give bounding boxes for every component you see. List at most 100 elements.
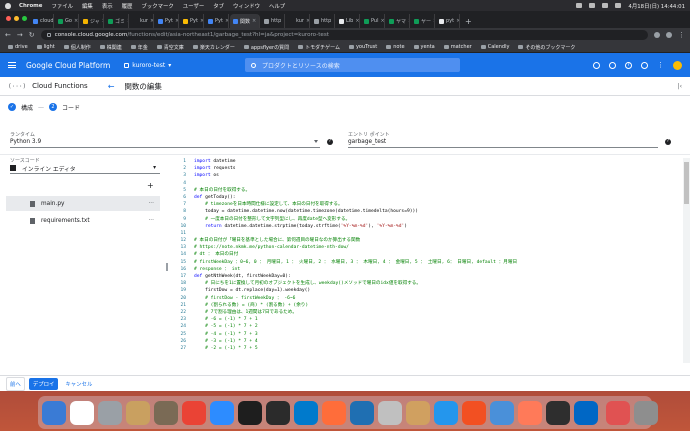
close-tab-icon[interactable]: × — [355, 18, 359, 24]
dock-app-icon[interactable] — [574, 400, 598, 425]
code-editor[interactable]: 1 import datetime 2 import requests 3 import … — [172, 158, 690, 363]
extension-icon[interactable] — [654, 32, 660, 38]
back-button[interactable]: ← — [108, 82, 115, 91]
scrollbar-thumb[interactable] — [684, 162, 689, 204]
bookmark-item[interactable]: 年金 — [130, 44, 148, 51]
close-tab-icon[interactable]: × — [456, 18, 459, 24]
menu-window[interactable]: ウィンドウ — [233, 2, 260, 10]
browser-tab[interactable]: ヤマ× — [386, 14, 410, 28]
browser-tab[interactable]: pyt × — [436, 14, 460, 28]
cloud-shell-icon[interactable] — [593, 61, 600, 69]
close-window-button[interactable] — [6, 16, 11, 21]
close-tab-icon[interactable]: × — [408, 18, 409, 24]
browser-tab[interactable]: Pyt × — [205, 14, 229, 28]
avatar[interactable] — [673, 60, 682, 70]
prev-button[interactable]: 前へ — [6, 376, 25, 391]
more-vert-icon[interactable]: ⋮ — [657, 61, 664, 69]
bookmark-item[interactable]: 株関連 — [99, 44, 122, 51]
browser-tab[interactable]: http× — [261, 14, 285, 28]
browser-tab[interactable]: ゴミ× — [105, 14, 129, 28]
spotlight-icon[interactable] — [602, 3, 609, 8]
close-tab-icon[interactable]: × — [150, 18, 153, 24]
source-type-select[interactable]: インライン エディタ ▾ — [10, 163, 160, 174]
browser-tab[interactable]: ヤー× — [411, 14, 435, 28]
dock-app-icon[interactable] — [70, 400, 94, 425]
close-tab-icon[interactable]: × — [74, 18, 78, 24]
bookmark-item[interactable]: note — [386, 44, 405, 50]
notifications-icon[interactable] — [641, 61, 648, 69]
cancel-button[interactable]: キャンセル — [62, 378, 95, 390]
dock-app-icon[interactable] — [294, 400, 318, 425]
deploy-button[interactable]: デプロイ — [28, 377, 59, 390]
close-tab-icon[interactable]: × — [200, 18, 203, 24]
close-tab-icon[interactable]: × — [127, 18, 128, 24]
profile-icon[interactable] — [666, 32, 672, 38]
menu-view[interactable]: 表示 — [102, 2, 113, 10]
runtime-select[interactable]: Python 3.9 — [10, 137, 320, 148]
bookmark-item[interactable]: youTrust — [348, 44, 377, 50]
bookmark-item[interactable]: yenta — [413, 44, 435, 50]
hamburger-menu-icon[interactable] — [8, 62, 16, 68]
editor-scrollbar[interactable] — [683, 158, 690, 363]
new-tab-icon[interactable]: + — [461, 17, 476, 28]
dock-app-icon[interactable] — [42, 400, 66, 425]
dock-app-icon[interactable] — [490, 400, 514, 425]
dock-app-icon[interactable] — [634, 400, 658, 425]
project-selector[interactable]: kuroro-test ▾ — [124, 62, 171, 69]
browser-tab[interactable]: cloud× — [30, 14, 54, 28]
more-horiz-icon[interactable]: ··· — [148, 218, 154, 224]
bookmark-item[interactable]: トモダチゲーム — [298, 44, 340, 51]
dock-app-icon[interactable] — [98, 400, 122, 425]
dock-app-icon[interactable] — [266, 400, 290, 425]
file-item-main-py[interactable]: main.py ··· — [6, 196, 160, 211]
bookmark-item[interactable]: appsflyerの質問 — [243, 44, 289, 51]
address-bar[interactable]: console.cloud.google.com/functions/edit/… — [40, 30, 648, 40]
browser-tab[interactable]: Pyt × — [155, 14, 179, 28]
close-tab-icon[interactable]: × — [333, 18, 334, 24]
dock-app-icon[interactable] — [126, 400, 150, 425]
gift-icon[interactable] — [609, 61, 616, 69]
pane-resize-handle[interactable] — [166, 155, 170, 385]
menu-user[interactable]: ユーザー — [183, 2, 204, 10]
bookmark-item[interactable]: matcher — [443, 44, 472, 50]
menu-help[interactable]: ヘルプ — [269, 2, 285, 10]
close-tab-icon[interactable]: × — [306, 18, 309, 24]
dock-app-icon[interactable] — [378, 400, 402, 425]
browser-tab[interactable]: Lib × — [336, 14, 360, 28]
menu-app-name[interactable]: Chrome — [19, 3, 42, 9]
zoom-window-button[interactable] — [22, 16, 27, 21]
bookmark-item[interactable]: drive — [8, 44, 28, 50]
dock-app-icon[interactable] — [462, 400, 486, 425]
bookmark-item[interactable]: 青空文庫 — [156, 44, 184, 51]
dock-app-icon[interactable] — [154, 400, 178, 425]
browser-tab[interactable]: kur × — [130, 14, 154, 28]
close-tab-icon[interactable]: × — [225, 18, 228, 24]
close-tab-icon[interactable]: × — [102, 18, 103, 24]
lock-icon[interactable] — [46, 33, 51, 37]
dock-app-icon[interactable] — [238, 400, 262, 425]
step-1-label[interactable]: 構成 — [21, 103, 33, 112]
entry-point-input[interactable]: garbage_test — [348, 137, 658, 148]
forward-arrow-icon[interactable]: → — [17, 31, 23, 39]
menu-edit[interactable]: 編集 — [82, 2, 93, 10]
browser-tab[interactable]: 関数 × — [230, 14, 260, 28]
menu-history[interactable]: 履歴 — [122, 2, 133, 10]
browser-tab[interactable]: http× — [311, 14, 335, 28]
search-input[interactable]: プロダクトとリソースの検索 — [245, 58, 460, 72]
dock-app-icon[interactable] — [406, 400, 430, 425]
dock-app-icon[interactable] — [182, 400, 206, 425]
close-tab-icon[interactable]: × — [175, 18, 178, 24]
menu-bookmarks[interactable]: ブックマーク — [141, 2, 173, 10]
dock-app-icon[interactable] — [546, 400, 570, 425]
product-name[interactable]: Cloud Functions — [32, 82, 88, 90]
close-tab-icon[interactable]: × — [433, 18, 434, 24]
menubar-clock[interactable]: 4月18日(日) 14:44:01 — [628, 2, 685, 10]
dock-app-icon[interactable] — [518, 400, 542, 425]
more-horiz-icon[interactable]: ··· — [148, 201, 154, 207]
gcp-brand[interactable]: Google Cloud Platform — [26, 61, 110, 70]
collapse-panel-icon[interactable]: |‹ — [678, 83, 682, 90]
back-arrow-icon[interactable]: ← — [5, 31, 11, 39]
battery-icon[interactable] — [589, 3, 596, 8]
menu-file[interactable]: ファイル — [51, 2, 73, 10]
dock-app-icon[interactable] — [350, 400, 374, 425]
